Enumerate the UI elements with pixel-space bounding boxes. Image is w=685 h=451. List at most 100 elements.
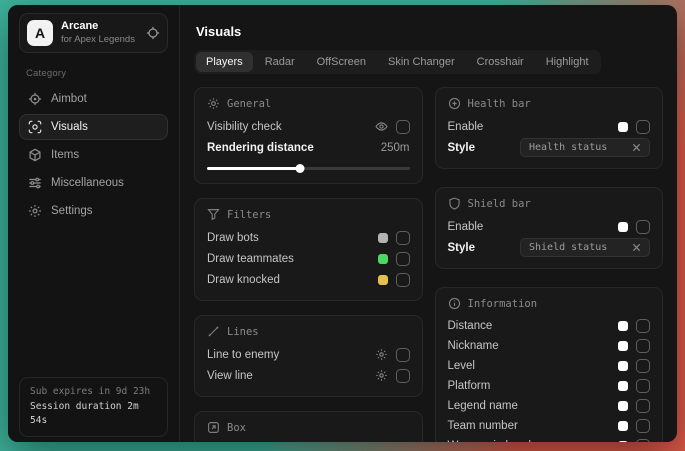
- color-swatch[interactable]: [618, 401, 628, 411]
- info-team-number-checkbox[interactable]: [636, 419, 650, 433]
- gear-icon[interactable]: [375, 348, 388, 361]
- tab-skin-changer[interactable]: Skin Changer: [378, 52, 465, 72]
- shield-enable-row: Enable: [448, 216, 651, 237]
- tab-offscreen[interactable]: OffScreen: [307, 52, 376, 72]
- draw-bots-row: Draw bots: [207, 227, 410, 248]
- sidebar-item-miscellaneous[interactable]: Miscellaneous: [19, 170, 168, 196]
- left-column: General Visibility check: [194, 87, 423, 442]
- row-label: View line: [207, 370, 375, 382]
- shield-icon: [448, 197, 461, 210]
- close-icon[interactable]: [632, 243, 641, 252]
- card-title: Information: [468, 298, 538, 310]
- view-line-checkbox[interactable]: [396, 369, 410, 383]
- session-duration-text: Session duration 2m 54s: [30, 400, 157, 429]
- info-team-number-row: Team number: [448, 416, 651, 436]
- draw-knocked-checkbox[interactable]: [396, 273, 410, 287]
- row-label: Enable: [448, 121, 619, 133]
- gear-icon[interactable]: [375, 369, 388, 382]
- line-to-enemy-checkbox[interactable]: [396, 348, 410, 362]
- color-swatch[interactable]: [618, 361, 628, 371]
- card-title: Health bar: [468, 98, 531, 110]
- selected-option: Health status: [529, 142, 607, 153]
- sidebar-item-aimbot[interactable]: Aimbot: [19, 86, 168, 112]
- tab-highlight[interactable]: Highlight: [536, 52, 599, 72]
- sub-expires-text: Sub expires in 9d 23h: [30, 385, 157, 400]
- color-swatch[interactable]: [618, 421, 628, 431]
- health-enable-row: Enable: [448, 116, 651, 137]
- color-swatch[interactable]: [618, 341, 628, 351]
- health-style-row: Style Health status: [448, 137, 651, 158]
- box-arrow-icon: [207, 421, 220, 434]
- row-label: Draw knocked: [207, 274, 378, 286]
- filters-card-header: Filters: [207, 208, 410, 221]
- filters-card: Filters Draw bots Draw teammates: [194, 198, 423, 301]
- crosshair-scope-icon[interactable]: [146, 26, 160, 40]
- row-label: Nickname: [448, 340, 619, 352]
- color-swatch[interactable]: [378, 254, 388, 264]
- color-swatch[interactable]: [378, 233, 388, 243]
- card-title: General: [227, 98, 271, 110]
- sun-icon: [207, 97, 220, 110]
- tab-radar[interactable]: Radar: [255, 52, 305, 72]
- row-label: Style: [448, 242, 521, 254]
- color-swatch[interactable]: [618, 321, 628, 331]
- box-enable-row: Enable: [207, 440, 410, 442]
- sidebar-item-label: Aimbot: [51, 93, 87, 105]
- tab-players[interactable]: Players: [196, 52, 253, 72]
- sliders-icon: [28, 176, 42, 190]
- color-swatch[interactable]: [618, 441, 628, 442]
- general-card-header: General: [207, 97, 410, 110]
- health-bar-card: Health bar Enable Style H: [435, 87, 664, 169]
- color-swatch[interactable]: [618, 222, 628, 232]
- row-label: Level: [448, 360, 619, 372]
- card-title: Box: [227, 422, 246, 434]
- info-platform-checkbox[interactable]: [636, 379, 650, 393]
- tab-crosshair[interactable]: Crosshair: [467, 52, 534, 72]
- row-label: Weapon in hands: [448, 440, 619, 442]
- info-circle-icon: [448, 297, 461, 310]
- info-nickname-checkbox[interactable]: [636, 339, 650, 353]
- info-weapon-row: Weapon in hands: [448, 436, 651, 442]
- sidebar-item-visuals[interactable]: Visuals: [19, 114, 168, 140]
- slider-thumb[interactable]: [296, 164, 305, 173]
- row-label: Team number: [448, 420, 619, 432]
- info-platform-row: Platform: [448, 376, 651, 396]
- color-swatch[interactable]: [618, 122, 628, 132]
- info-nickname-row: Nickname: [448, 336, 651, 356]
- info-level-checkbox[interactable]: [636, 359, 650, 373]
- row-label: Legend name: [448, 400, 619, 412]
- color-swatch[interactable]: [378, 275, 388, 285]
- draw-teammates-checkbox[interactable]: [396, 252, 410, 266]
- info-distance-checkbox[interactable]: [636, 319, 650, 333]
- info-legend-name-checkbox[interactable]: [636, 399, 650, 413]
- page-title: Visuals: [196, 24, 663, 39]
- right-column: Health bar Enable Style H: [435, 87, 664, 442]
- lines-card-header: Lines: [207, 325, 410, 338]
- card-title: Filters: [227, 209, 271, 221]
- crosshair-icon: [28, 92, 42, 106]
- info-weapon-checkbox[interactable]: [636, 439, 650, 442]
- row-label: Line to enemy: [207, 349, 375, 361]
- sidebar-item-label: Items: [51, 149, 79, 161]
- app-logo: A: [27, 20, 53, 46]
- draw-bots-checkbox[interactable]: [396, 231, 410, 245]
- close-icon[interactable]: [632, 143, 641, 152]
- shield-style-select[interactable]: Shield status: [520, 238, 650, 257]
- info-level-row: Level: [448, 356, 651, 376]
- health-enable-checkbox[interactable]: [636, 120, 650, 134]
- eye-scan-icon: [28, 120, 42, 134]
- visibility-check-checkbox[interactable]: [396, 120, 410, 134]
- sidebar-item-items[interactable]: Items: [19, 142, 168, 168]
- app-subtitle: for Apex Legends: [61, 34, 138, 46]
- main-content: Visuals Players Radar OffScreen Skin Cha…: [180, 5, 677, 442]
- shield-enable-checkbox[interactable]: [636, 220, 650, 234]
- funnel-icon: [207, 208, 220, 221]
- draw-knocked-row: Draw knocked: [207, 269, 410, 290]
- color-swatch[interactable]: [618, 381, 628, 391]
- sidebar-item-settings[interactable]: Settings: [19, 198, 168, 224]
- eye-icon[interactable]: [375, 120, 388, 133]
- visibility-check-row: Visibility check: [207, 116, 410, 137]
- card-title: Shield bar: [468, 198, 531, 210]
- health-style-select[interactable]: Health status: [520, 138, 650, 157]
- rendering-distance-slider[interactable]: [207, 163, 410, 173]
